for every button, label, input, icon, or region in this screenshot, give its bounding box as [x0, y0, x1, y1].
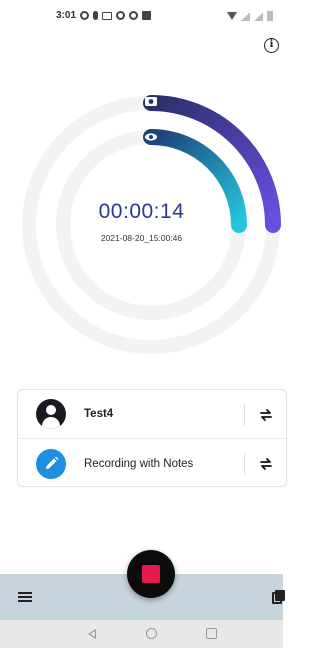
camera-icon	[145, 97, 157, 106]
divider	[244, 453, 245, 475]
circle-icon	[129, 11, 138, 20]
recents-icon[interactable]	[206, 628, 217, 639]
status-bar: 3:01	[0, 0, 283, 28]
recording-timer: 00:00:14	[98, 200, 185, 223]
back-icon[interactable]	[88, 629, 96, 639]
battery-icon	[267, 11, 273, 21]
status-notification-icons	[80, 11, 151, 20]
hamburger-menu-icon[interactable]	[18, 592, 32, 602]
eye-icon	[145, 133, 157, 141]
system-nav-bar	[0, 620, 283, 648]
mode-label: Recording with Notes	[84, 457, 194, 470]
circle-icon	[116, 11, 125, 20]
swap-icon[interactable]	[258, 407, 274, 423]
swap-icon[interactable]	[258, 456, 274, 472]
library-icon[interactable]	[272, 590, 285, 604]
recording-timestamp: 2021-08-20_15:00:46	[100, 233, 183, 243]
circle-icon	[80, 11, 89, 20]
list-item-profile[interactable]: Test4	[18, 390, 288, 439]
wifi-icon	[227, 12, 237, 20]
mail-icon	[102, 11, 112, 20]
home-icon[interactable]	[146, 628, 157, 639]
profile-name: Test4	[84, 408, 114, 420]
signal-icon	[241, 11, 250, 21]
recording-gauge	[22, 95, 281, 354]
divider	[244, 404, 245, 426]
signal-icon	[254, 11, 263, 21]
status-system-icons	[227, 11, 273, 21]
recording-info-card: Test4 Recording with Notes	[17, 389, 288, 488]
stop-icon	[142, 565, 160, 583]
user-avatar-icon	[36, 399, 66, 429]
status-time: 3:01	[56, 10, 77, 21]
stop-recording-button[interactable]	[127, 550, 175, 598]
list-item-mode[interactable]: Recording with Notes	[18, 439, 288, 488]
info-icon[interactable]: i	[264, 38, 279, 53]
mic-icon	[93, 11, 98, 20]
pencil-icon	[36, 448, 66, 479]
image-icon	[142, 11, 151, 20]
